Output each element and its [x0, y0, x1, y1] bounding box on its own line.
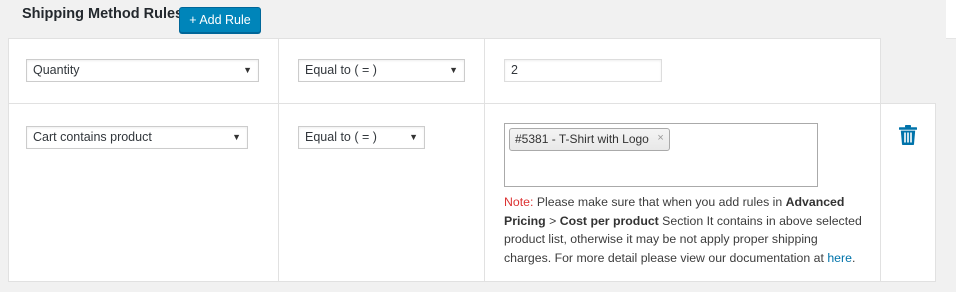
remove-tag-icon[interactable]: × — [657, 128, 663, 149]
documentation-link[interactable]: here — [827, 251, 852, 265]
condition-value: Quantity — [33, 63, 80, 77]
panel-edge — [946, 0, 956, 39]
rule-note: Note: Please make sure that when you add… — [504, 193, 864, 267]
note-text: > — [545, 213, 560, 228]
rule-row: Quantity ▼ Equal to ( = ) ▼ 2 — [8, 38, 881, 105]
operator-cell: Equal to ( = ) ▼ — [279, 39, 485, 104]
condition-select[interactable]: Quantity ▼ — [26, 59, 259, 82]
chevron-down-icon: ▼ — [409, 132, 418, 142]
chevron-down-icon: ▼ — [243, 65, 252, 75]
condition-select[interactable]: Cart contains product ▼ — [26, 126, 248, 149]
trash-icon[interactable] — [899, 125, 917, 145]
operator-value: Equal to ( = ) — [305, 130, 377, 144]
operator-select[interactable]: Equal to ( = ) ▼ — [298, 126, 425, 149]
note-text: Please make sure that when you add rules… — [533, 195, 786, 209]
note-text: . — [851, 250, 856, 265]
operator-select[interactable]: Equal to ( = ) ▼ — [298, 59, 465, 82]
note-label: Note: — [504, 195, 534, 209]
selected-product-tag: #5381 - T-Shirt with Logo × — [509, 128, 670, 151]
condition-cell: Quantity ▼ — [9, 39, 279, 104]
product-multiselect[interactable]: #5381 - T-Shirt with Logo × — [504, 123, 818, 187]
add-rule-button[interactable]: + Add Rule — [179, 7, 261, 33]
value-cell: 2 — [485, 39, 880, 104]
section-title: Shipping Method Rules — [22, 6, 184, 22]
note-emphasis: Cost per product — [559, 213, 659, 228]
selected-product-label: #5381 - T-Shirt with Logo — [515, 132, 649, 146]
value-cell: #5381 - T-Shirt with Logo × Note: Please… — [485, 104, 881, 281]
chevron-down-icon: ▼ — [449, 65, 458, 75]
rules-header: Shipping Method Rules — [22, 0, 183, 38]
chevron-down-icon: ▼ — [232, 132, 241, 142]
condition-cell: Cart contains product ▼ — [9, 104, 279, 281]
operator-value: Equal to ( = ) — [305, 63, 377, 77]
rule-row: Cart contains product ▼ Equal to ( = ) ▼… — [8, 103, 936, 282]
operator-cell: Equal to ( = ) ▼ — [279, 104, 485, 281]
quantity-input[interactable]: 2 — [504, 59, 662, 82]
condition-value: Cart contains product — [33, 130, 152, 144]
